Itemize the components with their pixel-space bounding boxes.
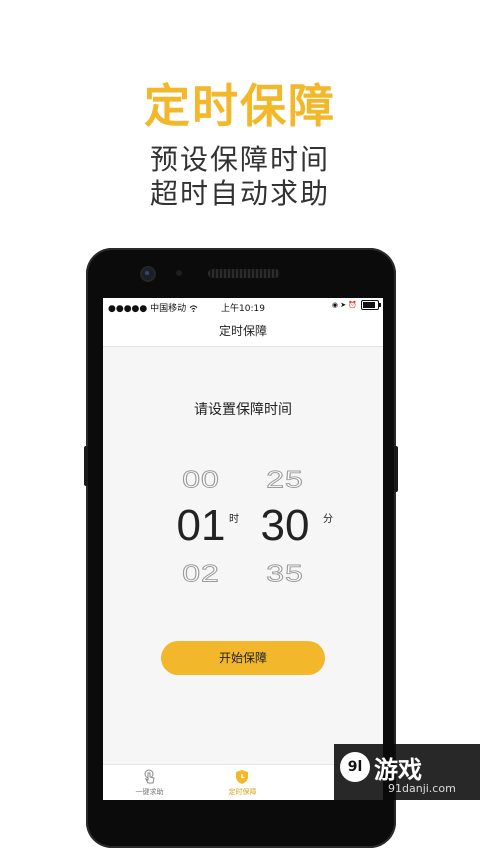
status-indicators: ◉ ➤ ⏰	[331, 300, 381, 310]
set-time-prompt: 请设置保障时间	[194, 402, 292, 418]
tab-timed-protection[interactable]: 定时保障	[196, 765, 289, 800]
battery-icon	[361, 300, 381, 310]
hour-current[interactable]: 01	[163, 500, 239, 552]
shield-clock-icon	[236, 770, 248, 784]
tap-hand-icon	[144, 769, 155, 784]
earpiece-speaker	[208, 269, 280, 278]
promo-subtitle-line-2: 超时自动求助	[149, 177, 330, 210]
hour-prev[interactable]: 00	[163, 463, 239, 495]
hour-next[interactable]: 02	[163, 557, 239, 589]
hour-wheel[interactable]: 00 01 02	[163, 458, 239, 594]
minute-prev[interactable]: 25	[247, 463, 323, 495]
watermark: 9l 游戏 91danji.com	[334, 744, 480, 800]
start-protection-button[interactable]: 开始保障	[161, 641, 325, 675]
status-bar: ●●●●● 中国移动 上午10:19 ◉ ➤ ⏰	[103, 298, 383, 316]
front-camera	[142, 268, 154, 280]
phone-side-button	[84, 446, 88, 486]
tab-label: 定时保障	[228, 788, 257, 796]
app-screen: ●●●●● 中国移动 上午10:19 ◉ ➤ ⏰ 定时保障 请设置保障时间 00…	[103, 298, 383, 800]
watermark-logo: 9l	[340, 752, 370, 782]
hour-unit: 时	[229, 514, 239, 525]
sensor-dot	[176, 270, 182, 276]
promo-title: 定时保障	[144, 79, 336, 133]
minute-unit: 分	[323, 514, 333, 525]
minute-next[interactable]: 35	[247, 557, 323, 589]
watermark-name: 游戏	[374, 757, 422, 784]
minute-wheel[interactable]: 25 30 35	[247, 458, 323, 594]
status-glyphs: ◉ ➤ ⏰	[331, 301, 357, 309]
watermark-url: 91danji.com	[388, 782, 456, 795]
phone-side-button	[394, 446, 398, 492]
minute-current[interactable]: 30	[247, 500, 323, 552]
tab-one-tap-help[interactable]: 一键求助	[103, 765, 196, 800]
nav-title: 定时保障	[103, 316, 383, 347]
tab-label: 一键求助	[135, 788, 164, 796]
